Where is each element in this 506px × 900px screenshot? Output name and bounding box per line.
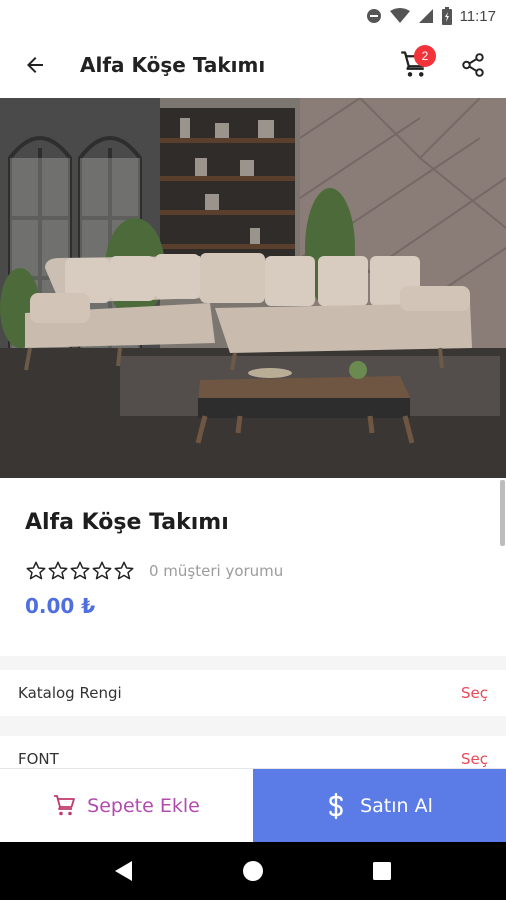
section-divider [0,716,506,736]
product-image[interactable] [0,98,506,478]
option-select-link[interactable]: Seç [461,750,488,768]
buy-now-label: Satın Al [360,795,433,817]
back-button[interactable] [6,37,64,93]
cart-count-badge: 2 [414,45,436,67]
section-divider [0,656,506,670]
page-title: Alfa Köşe Takımı [80,53,266,77]
rating-row[interactable]: 0 müşteri yorumu [25,558,283,584]
buy-now-button[interactable]: Satın Al [253,769,506,843]
add-to-cart-button[interactable]: Sepete Ekle [0,769,253,843]
cart-button[interactable]: 2 [390,42,440,88]
star-empty-icon [114,561,134,580]
battery-icon [441,7,452,25]
star-empty-icon [70,561,90,580]
product-title: Alfa Köşe Takımı [25,510,229,535]
nav-recents-button[interactable] [352,842,412,900]
scroll-indicator[interactable] [500,480,505,546]
review-count: 0 müşteri yorumu [149,562,284,580]
star-rating [25,560,135,582]
option-label: FONT [18,750,59,768]
status-time: 11:17 [459,7,496,25]
system-nav-bar [0,842,506,900]
nav-back-button[interactable] [94,842,154,900]
option-select-link[interactable]: Seç [461,684,488,702]
option-row-katalog-rengi[interactable]: Katalog Rengi Seç [0,670,506,716]
product-price: 0.00 ₺ [25,594,96,618]
app-bar: Alfa Köşe Takımı 2 [0,32,506,98]
arrow-back-icon [27,57,43,73]
star-empty-icon [48,561,68,580]
nav-home-button[interactable] [223,842,283,900]
triangle-back-icon [115,861,133,881]
share-button[interactable] [450,42,496,88]
do-not-disturb-icon [366,9,381,23]
option-label: Katalog Rengi [18,684,122,702]
circle-home-icon [242,861,263,881]
shopping-cart-icon [54,795,76,816]
sofa-illustration [0,98,506,478]
dollar-icon [329,793,343,819]
signal-icon [418,9,433,23]
add-to-cart-label: Sepete Ekle [87,795,200,817]
wifi-icon [389,8,410,23]
bottom-action-bar: Sepete Ekle Satın Al [0,768,506,843]
square-recents-icon [372,862,391,880]
star-empty-icon [92,561,112,580]
share-icon [462,53,484,77]
status-bar: 11:17 [0,0,506,32]
star-empty-icon [26,561,46,580]
